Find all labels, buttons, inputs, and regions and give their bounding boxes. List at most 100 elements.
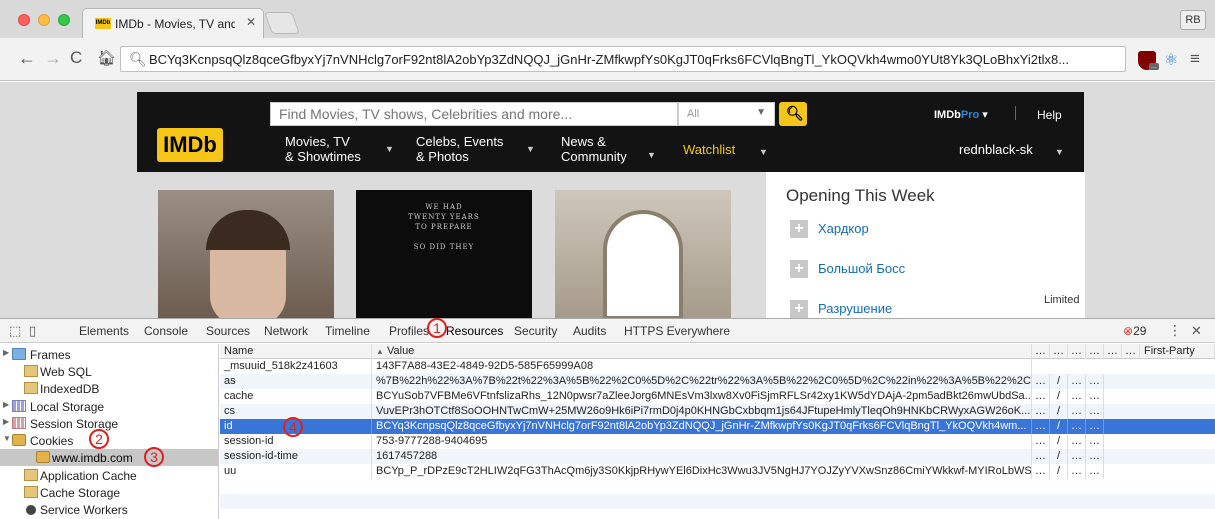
inspect-element-icon[interactable]: ⬚ (9, 323, 21, 339)
nav-movies-tv[interactable]: Movies, TV & Showtimes ▼ (285, 134, 394, 164)
tab-close-icon[interactable]: ✕ (246, 15, 256, 29)
browser-tab[interactable]: IMDb IMDb - Movies, TV and Cel ✕ (82, 8, 264, 38)
plus-icon[interactable]: + (790, 300, 808, 318)
cookie-cell: … (1086, 389, 1104, 404)
tree-item-cookies[interactable]: ▼ Cookies (0, 432, 218, 449)
tree-item-service-workers[interactable]: Service Workers (0, 501, 218, 518)
tree-item-application-cache[interactable]: Application Cache (0, 467, 218, 484)
reload-icon[interactable]: C (70, 48, 82, 68)
tree-item-imdb-cookies[interactable]: www.imdb.com (0, 449, 218, 466)
nav-news-line2: Community (561, 149, 627, 164)
collapse-arrow-icon[interactable]: ▼ (3, 434, 11, 443)
url-text[interactable]: BCYq3KcnpsqQlz8qceGfbyxYj7nVNHclg7orF92n… (149, 52, 1119, 67)
table-row[interactable]: cs VuvEPr3hOTCtf8SoOOHNTwCmW+25MW26o9Hk6… (220, 404, 1215, 419)
imdb-search-input[interactable] (271, 103, 677, 125)
column-header-value-label: Value (386, 345, 415, 357)
table-row[interactable]: as %7B%22h%22%3A%7B%22t%22%3A%5B%22%2C0%… (220, 374, 1215, 389)
table-row[interactable]: session-id 753-9777288-9404695 … / … … (220, 434, 1215, 449)
nav-celebs-line2: & Photos (416, 149, 469, 164)
tab-https-everywhere[interactable]: HTTPS Everywhere (624, 324, 730, 338)
table-empty-rows (220, 479, 1215, 519)
imdb-favicon-icon: IMDb (95, 18, 111, 29)
tree-item-frames[interactable]: ▶ Frames (0, 346, 218, 363)
extension-badge: ... (1149, 63, 1159, 70)
plus-icon[interactable]: + (790, 260, 808, 278)
movie-poster[interactable] (555, 190, 731, 318)
nav-celebs-line1: Celebs, Events (416, 134, 504, 149)
maximize-window-button[interactable] (58, 14, 70, 26)
expand-arrow-icon[interactable]: ▶ (3, 417, 9, 426)
column-header[interactable]: … (1050, 344, 1068, 359)
opening-item-link[interactable]: Хардкор (818, 221, 869, 236)
error-counter[interactable]: ⊗29 (1123, 324, 1146, 338)
tree-item-local-storage[interactable]: ▶ Local Storage (0, 398, 218, 415)
help-link[interactable]: Help (1037, 108, 1062, 122)
column-header-first-party[interactable]: First-Party (1140, 344, 1215, 359)
tab-timeline[interactable]: Timeline (325, 324, 370, 338)
table-row[interactable]: _msuuid_518k2z41603 143F7A88-43E2-4849-9… (220, 359, 1215, 374)
tab-network[interactable]: Network (264, 324, 308, 338)
home-icon[interactable]: 🏠︎ (97, 49, 116, 69)
annotation-mark-2: 2 (89, 429, 109, 449)
tab-console[interactable]: Console (144, 324, 188, 338)
tree-label: Session Storage (30, 417, 119, 431)
new-tab-button[interactable] (263, 12, 301, 34)
opening-item-link[interactable]: Большой Босс (818, 261, 905, 276)
expand-arrow-icon[interactable]: ▶ (3, 348, 9, 357)
tab-resources[interactable]: Resources (446, 324, 503, 338)
https-everywhere-icon[interactable]: ⚛ (1164, 50, 1178, 70)
minimize-window-button[interactable] (38, 14, 50, 26)
close-devtools-icon[interactable]: ✕ (1191, 323, 1202, 339)
imdb-search-button[interactable]: 🔍︎ (779, 102, 807, 126)
column-header[interactable]: … (1122, 344, 1140, 359)
address-bar[interactable]: 🔍︎ BCYq3KcnpsqQlz8qceGfbyxYj7nVNHclg7orF… (120, 46, 1126, 72)
table-row[interactable]: cache BCYuSob7VFBMe6VFtnfslizaRhs_12N0pw… (220, 389, 1215, 404)
forward-arrow-icon[interactable]: → (44, 48, 62, 68)
back-arrow-icon[interactable]: ← (18, 48, 36, 68)
tab-security[interactable]: Security (514, 324, 557, 338)
column-header[interactable]: … (1104, 344, 1122, 359)
nav-user-menu[interactable]: rednblack-sk ▼ (959, 142, 1064, 157)
cookie-cell: … (1032, 449, 1050, 464)
column-header-value[interactable]: ▲ Value (372, 344, 1032, 359)
tree-item-indexeddb[interactable]: IndexedDB (0, 380, 218, 397)
nav-celebs-events[interactable]: Celebs, Events & Photos ▼ (416, 134, 535, 164)
movie-poster[interactable]: WE HAD TWENTY YEARS TO PREPARE SO DID TH… (356, 190, 532, 318)
hamburger-menu-icon[interactable]: ≡ (1190, 49, 1200, 69)
imdb-logo[interactable]: IMDb (157, 128, 223, 162)
cookie-name: _msuuid_518k2z41603 (220, 359, 372, 374)
tab-elements[interactable]: Elements (79, 324, 129, 338)
profile-button[interactable]: RB (1180, 10, 1206, 30)
error-count: 29 (1133, 324, 1147, 338)
tree-item-cache-storage[interactable]: Cache Storage (0, 484, 218, 501)
imdbpro-link[interactable]: IMDbPro ▾ (934, 108, 988, 121)
plus-icon[interactable]: + (790, 220, 808, 238)
movie-poster[interactable] (158, 190, 334, 318)
search-category-select[interactable]: All ▼ (678, 102, 775, 126)
caret-down-icon: ▼ (756, 107, 766, 118)
table-row[interactable]: session-id-time 1617457288 … / … … (220, 449, 1215, 464)
more-options-icon[interactable]: ⋮ (1168, 322, 1182, 339)
table-row[interactable]: uu BCYp_P_rDPzE9cT2HLIW2qFG3ThAcQm6jy3S0… (220, 464, 1215, 479)
opening-item-link[interactable]: Разрушение (818, 301, 892, 316)
nav-watchlist-label: Watchlist (683, 142, 736, 157)
column-header[interactable]: … (1068, 344, 1086, 359)
tab-audits[interactable]: Audits (573, 324, 606, 338)
tree-label: Frames (30, 348, 71, 362)
cookie-cell: … (1068, 389, 1086, 404)
tree-item-session-storage[interactable]: ▶ Session Storage (0, 415, 218, 432)
column-header-name[interactable]: Name (220, 344, 372, 359)
expand-arrow-icon[interactable]: ▶ (3, 400, 9, 409)
imdb-search-box[interactable] (270, 102, 678, 126)
poster-tagline: WE HAD TWENTY YEARS TO PREPARE SO DID TH… (408, 203, 480, 251)
close-window-button[interactable] (18, 14, 30, 26)
tree-item-web-sql[interactable]: Web SQL (0, 363, 218, 380)
nav-news-community[interactable]: News & Community ▼ (561, 134, 656, 164)
tab-sources[interactable]: Sources (206, 324, 250, 338)
nav-watchlist[interactable]: Watchlist ▼ (683, 142, 768, 157)
column-header[interactable]: … (1086, 344, 1104, 359)
tab-profiles[interactable]: Profiles (389, 324, 429, 338)
device-mode-icon[interactable]: ▯ (29, 323, 36, 339)
table-row-selected[interactable]: id BCYq3KcnpsqQlz8qceGfbyxYj7nVNHclg7orF… (220, 419, 1215, 434)
column-header[interactable]: … (1032, 344, 1050, 359)
